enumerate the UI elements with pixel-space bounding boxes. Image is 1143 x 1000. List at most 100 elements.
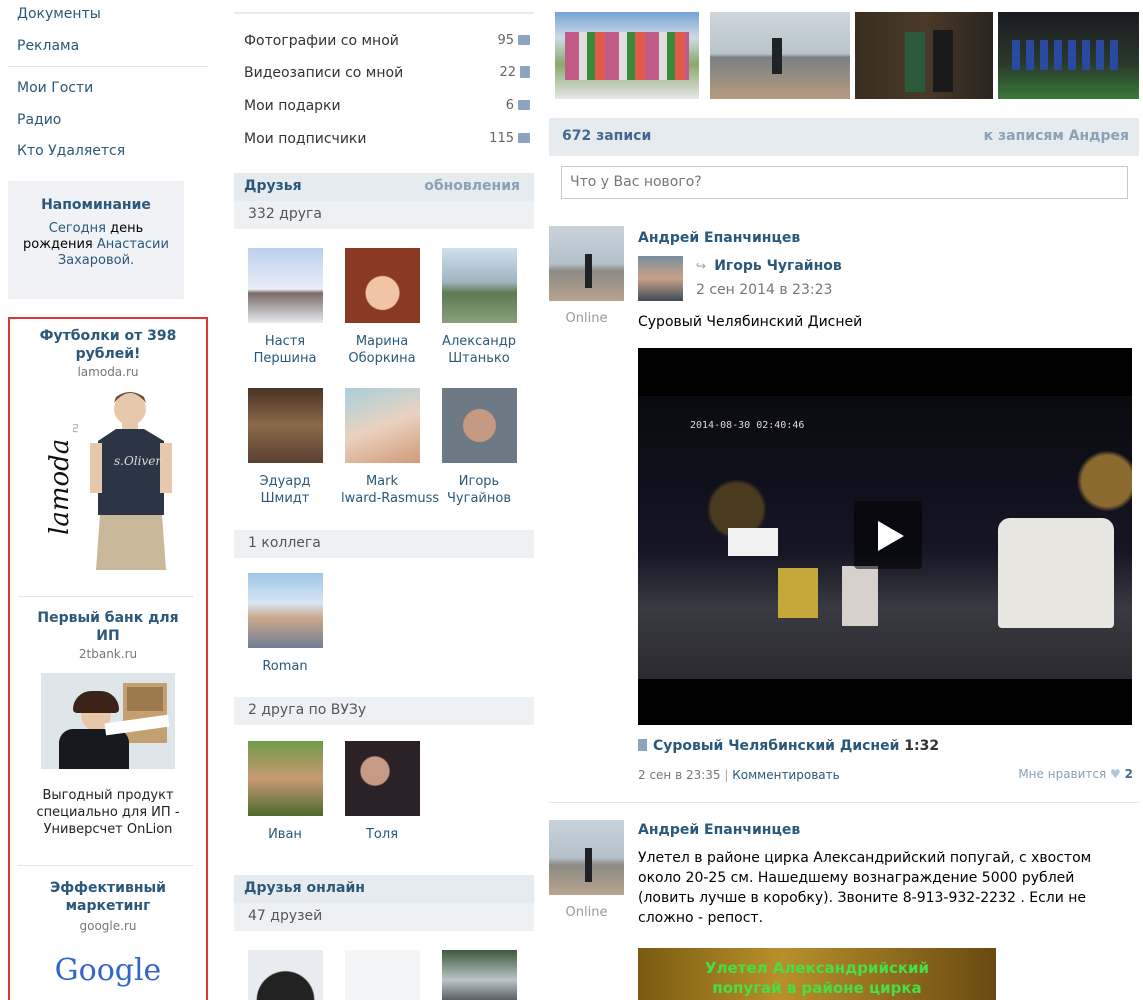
- nav-who-deleted[interactable]: Кто Удаляется: [17, 143, 125, 159]
- nav-ads[interactable]: Реклама: [17, 38, 79, 54]
- stat-my-gifts[interactable]: Мои подарки 6: [244, 98, 530, 114]
- wall-post-count[interactable]: 672 записи: [562, 128, 651, 144]
- post-image-caption: попугай в районе цирка: [712, 979, 922, 997]
- video-player[interactable]: 2014-08-30 02:40:46: [638, 348, 1132, 725]
- friend-card[interactable]: Mark lward-Rasmuss: [341, 388, 439, 507]
- friend-last-name[interactable]: Штанько: [438, 350, 520, 367]
- film-icon: [520, 66, 530, 78]
- friend-card[interactable]: Настя Першина: [244, 248, 326, 367]
- friend-photo[interactable]: [247, 741, 323, 816]
- friend-photo[interactable]: [248, 950, 323, 1000]
- friend-photo[interactable]: [442, 950, 517, 1000]
- friend-photo[interactable]: [344, 741, 420, 816]
- friends-count[interactable]: 332 друга: [234, 201, 534, 229]
- play-icon[interactable]: [854, 501, 922, 569]
- ad-domain: 2tbank.ru: [78, 647, 138, 661]
- friend-last-name[interactable]: Шмидт: [244, 490, 326, 507]
- friend-photo[interactable]: [441, 388, 517, 463]
- ad-image[interactable]: [41, 673, 175, 769]
- friend-photo[interactable]: [247, 573, 323, 648]
- friend-first-name[interactable]: Эдуард: [244, 473, 326, 490]
- like-button[interactable]: Мне нравится ♥ 2: [1018, 767, 1133, 781]
- friend-photo[interactable]: [345, 950, 420, 1000]
- friend-photo[interactable]: [247, 388, 323, 463]
- friend-last-name[interactable]: lward-Rasmuss: [341, 490, 439, 507]
- friend-card[interactable]: Толя: [341, 741, 423, 843]
- friend-last-name[interactable]: Оборкина: [341, 350, 423, 367]
- repost-header[interactable]: ↪ Игорь Чугайнов: [696, 258, 842, 274]
- ad-lamoda[interactable]: Футболки от 398 рублей! lamoda.ru lamoda…: [10, 327, 206, 570]
- ad-bank[interactable]: Первый банк для ИП 2tbank.ru Выгодный пр…: [10, 609, 206, 838]
- friend-first-name[interactable]: Александр: [438, 333, 520, 350]
- stat-count: 115: [489, 131, 514, 146]
- ad-brand-sup: ru: [71, 424, 81, 433]
- repost-date[interactable]: 2 сен 2014 в 23:23: [696, 282, 832, 298]
- friends-title[interactable]: Друзья: [244, 178, 302, 194]
- profile-photo-thumb[interactable]: [998, 12, 1139, 99]
- wall-owner-posts-link[interactable]: к записям Андрея: [984, 128, 1129, 144]
- friend-name[interactable]: Толя: [341, 826, 423, 843]
- friend-photo[interactable]: [247, 248, 323, 323]
- friends-header[interactable]: Друзья обновления: [234, 173, 534, 201]
- friend-card[interactable]: Эдуард Шмидт: [244, 388, 326, 507]
- profile-photo-thumb[interactable]: [555, 12, 699, 99]
- friend-photo[interactable]: [441, 248, 517, 323]
- post-author-avatar[interactable]: [549, 820, 624, 895]
- university-friends-count[interactable]: 2 друга по ВУЗу: [234, 697, 534, 725]
- friend-card[interactable]: Александр Штанько: [438, 248, 520, 367]
- reminder-name-link[interactable]: Анастасии: [97, 237, 169, 252]
- post-image[interactable]: Улетел Александрийский попугай в районе …: [638, 948, 996, 1000]
- video-title-link[interactable]: Суровый Челябинский Дисней 1:32: [638, 738, 939, 754]
- friend-first-name[interactable]: Игорь: [438, 473, 520, 490]
- friend-first-name[interactable]: Mark: [341, 473, 423, 490]
- stat-count: 95: [497, 33, 514, 48]
- friend-card[interactable]: Марина Оборкина: [341, 248, 423, 367]
- friend-first-name[interactable]: Настя: [244, 333, 326, 350]
- profile-photo-thumb[interactable]: [710, 12, 850, 99]
- reminder-today-link[interactable]: Сегодня: [49, 221, 106, 236]
- comment-link[interactable]: Комментировать: [732, 768, 839, 782]
- friends-online-count[interactable]: 47 друзей: [234, 903, 534, 931]
- friends-online-header[interactable]: Друзья онлайн: [234, 875, 534, 903]
- post-author-avatar[interactable]: [549, 226, 624, 301]
- ad-title[interactable]: Эффективный маркетинг: [10, 879, 206, 915]
- nav-guests[interactable]: Мои Гости: [17, 80, 93, 96]
- friends-online-title[interactable]: Друзья онлайн: [244, 880, 365, 896]
- nav-radio[interactable]: Радио: [17, 112, 61, 128]
- friend-first-name[interactable]: Марина: [341, 333, 423, 350]
- stat-my-followers[interactable]: Мои подписчики 115: [244, 131, 530, 147]
- post-text: Суровый Челябинский Дисней: [638, 314, 863, 330]
- film-icon: [638, 739, 647, 751]
- nav-documents[interactable]: Документы: [17, 6, 101, 22]
- reminder-name-link[interactable]: Захаровой.: [58, 253, 134, 268]
- friend-card[interactable]: Roman: [244, 573, 326, 675]
- repost-author-avatar[interactable]: [638, 256, 683, 301]
- stat-photos-with-me[interactable]: Фотографии со мной 95: [244, 33, 530, 49]
- repost-author-name[interactable]: Игорь Чугайнов: [714, 258, 842, 274]
- post-author-name[interactable]: Андрей Епанчинцев: [638, 822, 800, 838]
- friend-name[interactable]: Иван: [244, 826, 326, 843]
- online-status: Online: [565, 311, 608, 326]
- post-date[interactable]: 2 сен в 23:35: [638, 768, 721, 782]
- post-image-caption: Улетел Александрийский: [704, 959, 930, 977]
- ad-title[interactable]: Футболки от 398 рублей!: [10, 327, 206, 363]
- friend-name[interactable]: Roman: [244, 658, 326, 675]
- friend-photo[interactable]: [344, 248, 420, 323]
- friend-card[interactable]: Игорь Чугайнов: [438, 388, 520, 507]
- ad-description[interactable]: Выгодный продукт специально для ИП - Уни…: [10, 787, 206, 838]
- friend-card[interactable]: Иван: [244, 741, 326, 843]
- stat-count: 22: [499, 65, 516, 80]
- ad-google-logo[interactable]: Google: [10, 953, 206, 988]
- friend-last-name[interactable]: Чугайнов: [438, 490, 520, 507]
- new-post-input[interactable]: Что у Вас нового?: [561, 166, 1128, 199]
- friends-updates-link[interactable]: обновления: [424, 178, 520, 194]
- ad-title[interactable]: Первый банк для ИП: [10, 609, 206, 645]
- colleagues-count[interactable]: 1 коллега: [234, 530, 534, 558]
- friend-photo[interactable]: [344, 388, 420, 463]
- profile-photo-thumb[interactable]: [855, 12, 993, 99]
- ad-google[interactable]: Эффективный маркетинг google.ru Google: [10, 879, 206, 988]
- friend-last-name[interactable]: Першина: [244, 350, 326, 367]
- post-author-name[interactable]: Андрей Епанчинцев: [638, 230, 800, 246]
- ad-image[interactable]: lamoda ru s.Oliver: [38, 385, 178, 570]
- stat-videos-with-me[interactable]: Видеозаписи со мной 22: [244, 65, 530, 81]
